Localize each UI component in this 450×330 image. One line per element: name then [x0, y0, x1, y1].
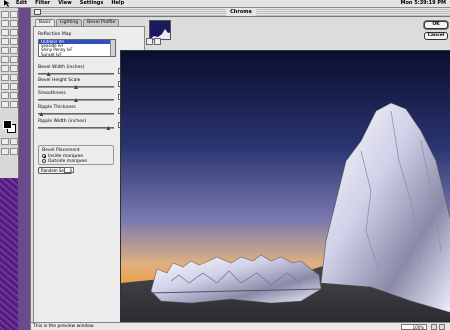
slider-thumb[interactable]	[74, 85, 78, 89]
window-title: Chrome	[226, 9, 256, 16]
tab-basic[interactable]: Basic	[35, 19, 55, 26]
zoom-out-icon[interactable]	[431, 324, 437, 330]
eraser-tool-icon[interactable]	[1, 56, 9, 63]
zoom-in-icon[interactable]	[439, 324, 445, 330]
cancel-button[interactable]: Cancel	[424, 32, 448, 40]
slider-thumb[interactable]	[74, 98, 78, 102]
bevel-height-slider[interactable]	[38, 85, 114, 89]
standard-mode-icon[interactable]	[1, 138, 9, 145]
wand-tool-icon[interactable]	[10, 20, 18, 27]
ripple-thickness-slider[interactable]	[38, 112, 114, 116]
menu-settings[interactable]: Settings	[76, 0, 108, 7]
stamp-tool-icon[interactable]	[1, 47, 9, 54]
blur-tool-icon[interactable]	[1, 65, 9, 72]
lasso-tool-icon[interactable]	[1, 20, 9, 27]
bevel-height-label: Bevel Height Scale	[38, 78, 81, 83]
move-tool-icon[interactable]	[10, 11, 18, 18]
menu-view[interactable]: View	[54, 0, 76, 7]
status-bar: This is the preview window 100%	[31, 322, 450, 330]
toolbox	[0, 8, 19, 178]
hand-tool-icon[interactable]	[1, 101, 9, 108]
notes-tool-icon[interactable]	[1, 92, 9, 99]
preview-pane[interactable]	[120, 50, 450, 323]
chrome-preview-image	[121, 51, 450, 322]
ripple-width-slider[interactable]	[38, 126, 114, 130]
title-bar[interactable]: Chrome	[31, 8, 450, 17]
dodge-tool-icon[interactable]	[10, 65, 18, 72]
outside-marquee-label: Outside marquee	[48, 159, 87, 164]
reflection-map-label: Reflection Map	[38, 32, 72, 37]
reflection-map-list[interactable]: Outdoor IVF Seaside IvF Shiny Penny IvF …	[38, 39, 116, 57]
bevel-width-slider[interactable]	[38, 72, 114, 76]
menu-clock: Mon 5:39:19 PM	[400, 0, 447, 6]
tab-strip: Basic Lighting Bevel Profile	[35, 19, 120, 26]
slider-thumb[interactable]	[46, 72, 51, 76]
smoothness-label: Smoothness	[38, 91, 66, 96]
hand-icon[interactable]	[146, 38, 153, 45]
menu-edit[interactable]: Edit	[12, 0, 31, 7]
brush-tool-icon[interactable]	[10, 38, 18, 45]
smoothness-slider[interactable]	[38, 98, 114, 102]
menu-bar: Edit Filter View Settings Help Mon 5:39:…	[0, 0, 450, 8]
tab-lighting[interactable]: Lighting	[55, 19, 83, 26]
pointer-icon[interactable]	[2, 0, 12, 7]
history-brush-icon[interactable]	[10, 47, 18, 54]
pen-tool-icon[interactable]	[1, 83, 9, 90]
outside-marquee-radio[interactable]	[42, 159, 46, 163]
list-item[interactable]: Sunset IvF	[39, 52, 115, 56]
bevel-placement-label: Bevel Placement	[42, 148, 80, 153]
heal-tool-icon[interactable]	[1, 38, 9, 45]
type-tool-icon[interactable]	[10, 74, 18, 81]
screen-mode-icon[interactable]	[1, 148, 9, 155]
ripple-width-label: Ripple Width (inches)	[38, 119, 87, 124]
zoom-tool-icon[interactable]	[10, 101, 18, 108]
marquee-tool-icon[interactable]	[1, 11, 9, 18]
gradient-tool-icon[interactable]	[10, 56, 18, 63]
menu-filter[interactable]: Filter	[31, 0, 54, 7]
ripple-thickness-label: Ripple Thickness	[38, 105, 76, 110]
tab-bevel-profile[interactable]: Bevel Profile	[83, 19, 120, 26]
random-seed-field[interactable]: 0	[64, 167, 74, 173]
bevel-placement-group: Bevel Placement Inside marquee Outside m…	[38, 145, 114, 165]
eyedropper-tool-icon[interactable]	[10, 92, 18, 99]
zoom-field[interactable]: 100%	[401, 324, 427, 330]
foreground-color-swatch[interactable]	[3, 120, 12, 129]
quickmask-mode-icon[interactable]	[10, 138, 18, 145]
slice-tool-icon[interactable]	[10, 29, 18, 36]
menu-help[interactable]: Help	[107, 0, 128, 7]
inside-marquee-radio[interactable]	[42, 154, 46, 158]
ok-button[interactable]: OK	[424, 21, 448, 29]
navigator-thumbnail[interactable]	[149, 20, 171, 40]
path-tool-icon[interactable]	[1, 74, 9, 81]
bevel-width-label: Bevel Width (inches)	[38, 65, 85, 70]
slider-thumb[interactable]	[39, 112, 44, 116]
close-box-icon[interactable]	[34, 9, 41, 15]
shape-tool-icon[interactable]	[10, 83, 18, 90]
chrome-filter-window: Chrome Basic Lighting Bevel Profile Refl…	[30, 8, 450, 330]
slider-thumb[interactable]	[106, 126, 111, 130]
status-text: This is the preview window	[33, 324, 94, 329]
list-scrollbar[interactable]	[110, 40, 115, 56]
zoom-icon[interactable]	[154, 38, 161, 45]
crop-tool-icon[interactable]	[1, 29, 9, 36]
fullscreen-mode-icon[interactable]	[10, 148, 18, 155]
